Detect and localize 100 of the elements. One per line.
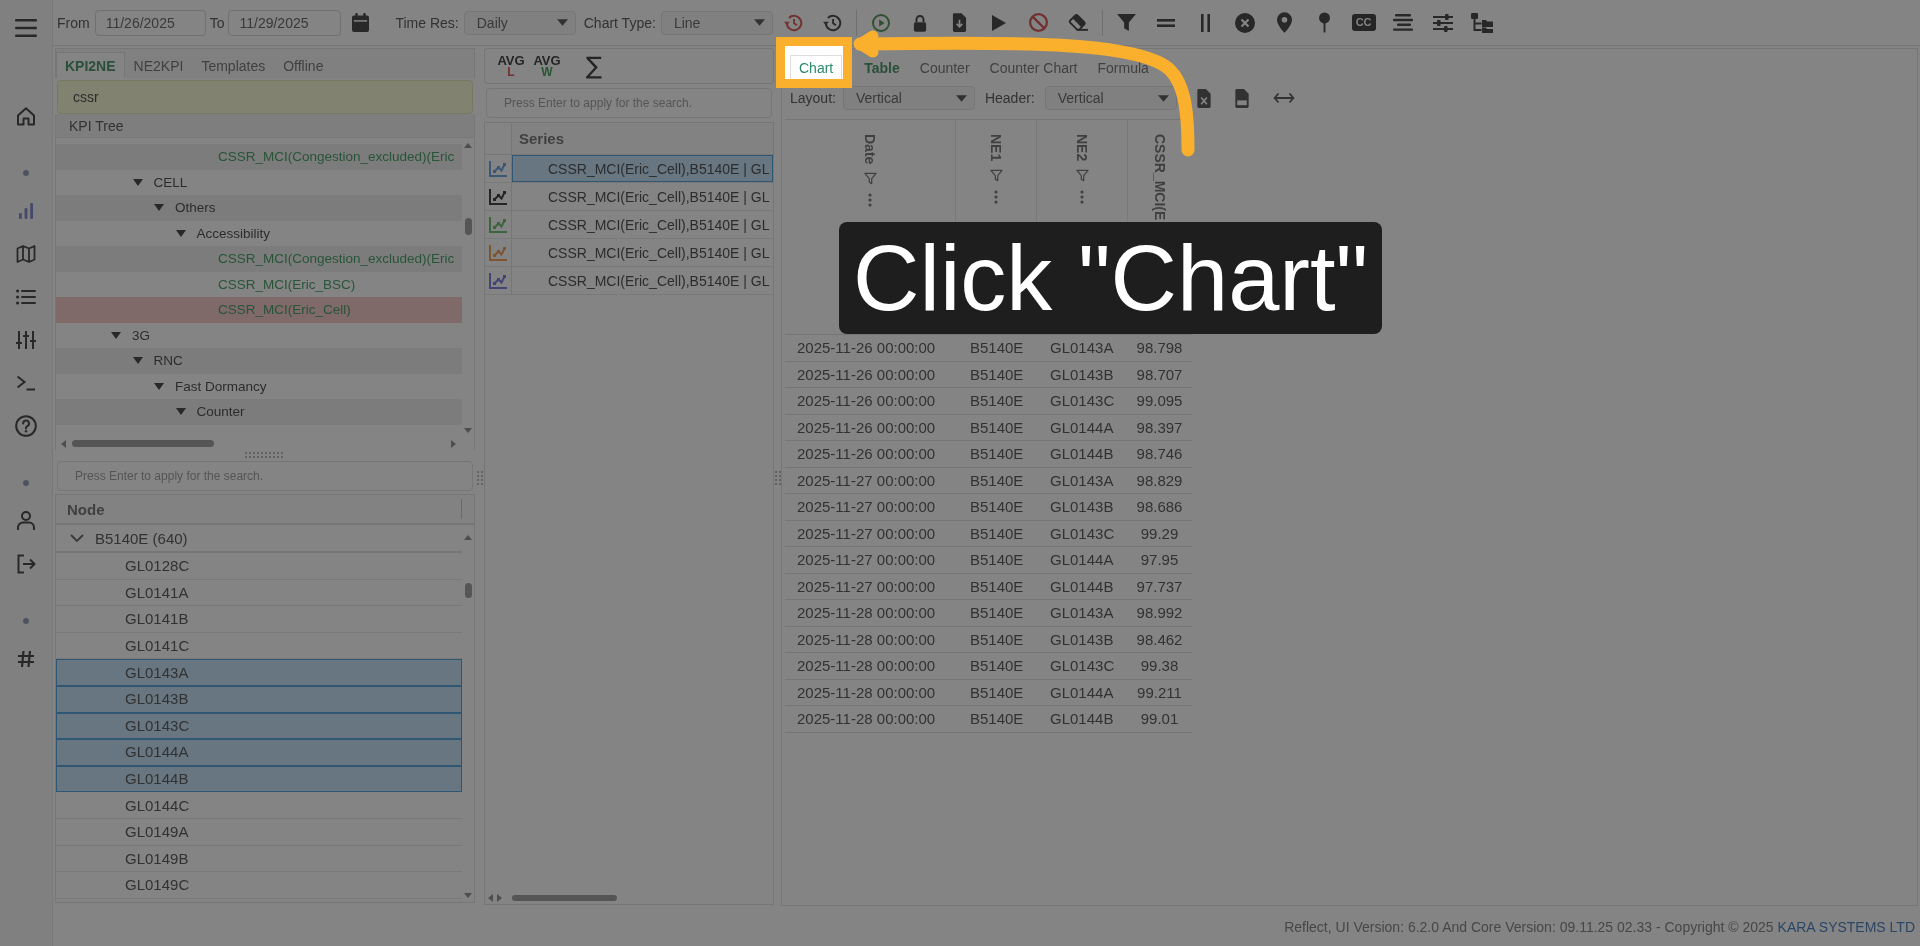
list-icon[interactable] bbox=[16, 288, 36, 305]
node-item[interactable]: GL0144B bbox=[56, 765, 462, 793]
tab[interactable]: KPI2NE bbox=[56, 52, 125, 78]
document-icon[interactable] bbox=[1233, 88, 1250, 108]
node-item[interactable]: GL0141A bbox=[56, 579, 462, 607]
equals-icon[interactable] bbox=[1157, 18, 1176, 27]
scrollbar-thumb[interactable] bbox=[464, 583, 472, 598]
series-item[interactable]: CSSR_MCI(Eric_Cell),B5140E | GL bbox=[512, 211, 773, 238]
play-circle-icon[interactable] bbox=[871, 13, 890, 32]
logout-icon[interactable] bbox=[16, 553, 36, 574]
kebab-menu-icon[interactable] bbox=[994, 190, 998, 205]
filter-icon[interactable] bbox=[989, 169, 1003, 183]
scroll-up-arrow-icon[interactable] bbox=[464, 143, 472, 148]
scroll-down-arrow-icon[interactable] bbox=[464, 428, 472, 433]
scroll-left-arrow-icon[interactable] bbox=[61, 439, 66, 448]
dropdown[interactable]: Daily bbox=[463, 10, 576, 35]
tree-item[interactable]: CSSR_MCI(Congestion_excluded)(Eric bbox=[56, 246, 462, 272]
search-field[interactable]: cssr bbox=[57, 80, 473, 114]
tree-item[interactable]: Accessibility bbox=[56, 220, 462, 246]
node-item[interactable]: GL0128C bbox=[56, 553, 462, 580]
kebab-menu-icon[interactable] bbox=[868, 193, 872, 208]
scroll-right-arrow-icon[interactable] bbox=[451, 439, 456, 448]
scroll-right-arrow-icon[interactable] bbox=[497, 894, 502, 902]
tab[interactable]: Formula bbox=[1088, 55, 1158, 79]
tree-item[interactable]: RNC bbox=[56, 348, 462, 374]
double-arrow-icon[interactable] bbox=[1272, 92, 1295, 104]
tab[interactable]: Offline bbox=[274, 52, 333, 78]
dropdown[interactable]: Vertical bbox=[842, 86, 975, 110]
tab[interactable]: NE2KPI bbox=[124, 52, 193, 78]
node-item[interactable]: GL0144C bbox=[56, 792, 462, 819]
scrollbar-thumb[interactable] bbox=[512, 895, 617, 901]
tree-item[interactable]: Fast Dormancy bbox=[56, 373, 462, 399]
scroll-down-arrow-icon[interactable] bbox=[464, 893, 472, 898]
sum-button[interactable]: ∑ bbox=[586, 54, 603, 78]
tab[interactable]: Templates bbox=[192, 52, 275, 78]
tab[interactable]: Counter Chart bbox=[980, 55, 1087, 79]
map-pin-icon[interactable] bbox=[1277, 12, 1293, 33]
folder-tree-icon[interactable] bbox=[1471, 12, 1494, 33]
series-item[interactable]: CSSR_MCI(Eric_Cell),B5140E | GL bbox=[512, 267, 773, 294]
scrollbar-thumb[interactable] bbox=[72, 440, 214, 447]
close-circle-icon[interactable] bbox=[1235, 12, 1256, 33]
node-group[interactable]: B5140E (640) bbox=[56, 525, 462, 553]
tree-item[interactable]: Counter bbox=[56, 399, 462, 425]
node-item[interactable]: GL0149C bbox=[56, 872, 462, 899]
series-item[interactable]: CSSR_MCI(Eric_Cell),B5140E | GL bbox=[512, 183, 773, 210]
caret-down-icon[interactable] bbox=[154, 382, 164, 390]
drag-handle-icon[interactable] bbox=[476, 471, 483, 485]
series-item[interactable]: CSSR_MCI(Eric_Cell),B5140E | GL bbox=[512, 239, 773, 266]
tree-item[interactable]: Others bbox=[56, 195, 462, 221]
lines-icon[interactable] bbox=[1393, 14, 1414, 31]
drag-handle-icon[interactable] bbox=[774, 471, 781, 485]
filter-icon[interactable] bbox=[863, 172, 877, 186]
sliders-icon[interactable] bbox=[16, 329, 36, 350]
captions-button[interactable]: CC bbox=[1351, 14, 1376, 31]
eraser-icon[interactable] bbox=[1067, 14, 1089, 31]
home-icon[interactable] bbox=[16, 105, 36, 126]
tree-item[interactable]: CSSR_MCI(Eric_BSC) bbox=[56, 271, 462, 297]
file-download-icon[interactable] bbox=[952, 13, 968, 32]
date-field[interactable]: 11/26/2025 bbox=[94, 9, 206, 36]
history-icon[interactable] bbox=[782, 13, 803, 32]
kebab-menu-icon[interactable] bbox=[1080, 190, 1084, 205]
caret-down-icon[interactable] bbox=[154, 204, 164, 212]
date-field[interactable]: 11/29/2025 bbox=[228, 9, 342, 36]
sliders-icon[interactable] bbox=[1432, 13, 1453, 32]
dropdown[interactable]: Vertical bbox=[1044, 86, 1177, 110]
calendar-icon[interactable] bbox=[352, 13, 370, 32]
node-item[interactable]: GL0149A bbox=[56, 818, 462, 846]
ban-icon[interactable] bbox=[1029, 13, 1049, 32]
scrollbar-thumb[interactable] bbox=[464, 218, 472, 235]
pushpin-icon[interactable] bbox=[1318, 12, 1330, 33]
chevron-down-icon[interactable] bbox=[70, 534, 84, 542]
tab[interactable]: Chart bbox=[790, 55, 843, 79]
spreadsheet-file-icon[interactable] bbox=[1195, 88, 1212, 108]
filter-icon[interactable] bbox=[1117, 14, 1137, 31]
menu-icon[interactable] bbox=[15, 19, 37, 37]
caret-down-icon[interactable] bbox=[175, 408, 186, 416]
node-item[interactable]: GL0143C bbox=[56, 712, 462, 740]
map-icon[interactable] bbox=[16, 243, 36, 264]
scroll-left-arrow-icon[interactable] bbox=[488, 894, 493, 902]
hash-icon[interactable] bbox=[17, 649, 35, 668]
node-item[interactable]: GL0149B bbox=[56, 845, 462, 873]
node-item[interactable]: GL0141B bbox=[56, 606, 462, 633]
dropdown[interactable]: Line bbox=[660, 10, 773, 35]
tree-item[interactable]: CELL bbox=[56, 169, 462, 195]
series-item[interactable]: CSSR_MCI(Eric_Cell),B5140E | GL bbox=[512, 155, 773, 182]
terminal-icon[interactable] bbox=[16, 374, 36, 391]
lock-icon[interactable] bbox=[913, 13, 928, 32]
bar-chart-icon[interactable] bbox=[19, 202, 33, 219]
company-link[interactable]: KARA SYSTEMS LTD bbox=[1777, 919, 1915, 935]
user-icon[interactable] bbox=[17, 510, 35, 531]
node-item[interactable]: GL0143B bbox=[56, 685, 462, 713]
help-icon[interactable] bbox=[15, 414, 37, 437]
filter-icon[interactable] bbox=[1075, 169, 1089, 183]
caret-down-icon[interactable] bbox=[132, 178, 143, 186]
scroll-up-arrow-icon[interactable] bbox=[464, 535, 472, 540]
tree-item[interactable]: CSSR_MCI(Congestion_excluded)(Eric bbox=[56, 144, 462, 170]
node-item[interactable]: GL0143A bbox=[56, 659, 462, 686]
average-button[interactable]: AVG W bbox=[532, 54, 562, 78]
play-icon[interactable] bbox=[992, 14, 1007, 31]
drag-handle-icon[interactable] bbox=[245, 452, 285, 458]
